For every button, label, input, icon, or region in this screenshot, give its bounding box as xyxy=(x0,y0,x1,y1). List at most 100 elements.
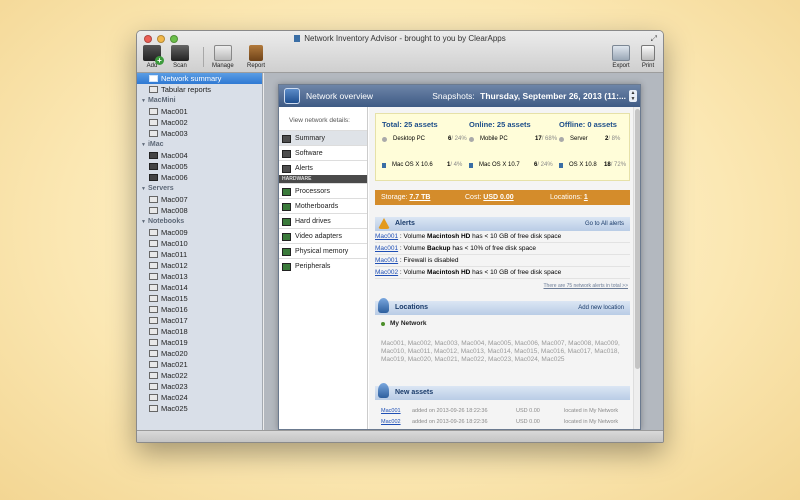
sidebar-item-mac018[interactable]: Mac018 xyxy=(137,326,262,337)
sidebar-item-mac003[interactable]: Mac003 xyxy=(137,128,262,139)
all-alerts-link[interactable]: Go to All alerts xyxy=(585,221,624,227)
manage-button[interactable]: Manage xyxy=(212,45,234,69)
scan-icon xyxy=(171,45,189,61)
main-scrollbar[interactable] xyxy=(633,107,640,429)
nav-item-motherboards[interactable]: Motherboards xyxy=(279,198,367,213)
sidebar-item-tabular-reports[interactable]: Tabular reports xyxy=(137,84,262,95)
sidebar-item-label: Mac002 xyxy=(161,118,188,127)
nav-item-alerts[interactable]: Alerts xyxy=(279,160,367,175)
network-overview-panel: Network overview Snapshots: Thursday, Se… xyxy=(278,84,641,430)
nav-item-label: Physical memory xyxy=(295,248,349,255)
warning-icon xyxy=(378,218,390,229)
sidebar-group-macmini[interactable]: ▼ MacMini xyxy=(137,95,262,106)
nav-item-peripherals[interactable]: Peripherals xyxy=(279,258,367,273)
disclosure-triangle-icon[interactable]: ▼ xyxy=(141,186,146,192)
sidebar-item-mac022[interactable]: Mac022 xyxy=(137,370,262,381)
sidebar-item-mac011[interactable]: Mac011 xyxy=(137,249,262,260)
sidebar-item-mac016[interactable]: Mac016 xyxy=(137,304,262,315)
sidebar: Network summary Tabular reports ▼ MacMini Ma… xyxy=(137,73,263,430)
cost-value-link[interactable]: USD 0.00 xyxy=(483,194,513,201)
nav-item-video-adapters[interactable]: Video adapters xyxy=(279,228,367,243)
sidebar-item-mac007[interactable]: Mac007 xyxy=(137,194,262,205)
sidebar-group-servers[interactable]: ▼ Servers xyxy=(137,183,262,194)
app-logo-icon xyxy=(284,88,300,104)
print-button[interactable]: Print xyxy=(641,45,655,69)
nav-item-hard-drives[interactable]: Hard drives xyxy=(279,213,367,228)
asset-mac-link[interactable]: Mac002 xyxy=(381,417,401,428)
fullscreen-icon[interactable]: ⤢ xyxy=(651,34,657,44)
disclosure-triangle-icon[interactable]: ▼ xyxy=(141,98,146,104)
disclosure-triangle-icon[interactable]: ▼ xyxy=(141,142,146,148)
alert-mac-link[interactable]: Mac001 xyxy=(375,245,398,252)
sidebar-item-label: Mac014 xyxy=(161,283,188,292)
nav-item-software[interactable]: Software xyxy=(279,145,367,160)
sidebar-item-mac006[interactable]: Mac006 xyxy=(137,172,262,183)
more-alerts-link[interactable]: There are 75 network alerts in total >> xyxy=(369,283,629,289)
alerts-title: Alerts xyxy=(395,220,415,227)
sidebar-item-mac020[interactable]: Mac020 xyxy=(137,348,262,359)
computer-icon xyxy=(149,350,158,357)
memory-icon xyxy=(282,248,291,256)
summary-stat-label: Desktop PC xyxy=(393,136,426,142)
sidebar-item-mac012[interactable]: Mac012 xyxy=(137,260,262,271)
panel-title: Network overview xyxy=(306,91,374,101)
scan-button[interactable]: Scan xyxy=(171,45,189,69)
nav-item-physical-memory[interactable]: Physical memory xyxy=(279,243,367,258)
sidebar-item-mac001[interactable]: Mac001 xyxy=(137,106,262,117)
nav-item-processors[interactable]: Processors xyxy=(279,183,367,198)
add-location-link[interactable]: Add new location xyxy=(578,305,624,311)
snapshot-selector[interactable]: Snapshots: Thursday, September 26, 2013 … xyxy=(432,91,626,101)
alert-mac-link[interactable]: Mac001 xyxy=(375,257,398,264)
alert-text: : Firewall is disabled xyxy=(398,257,459,264)
asset-location: located in My Network xyxy=(564,419,619,425)
summary-stat-row: Desktop PC 6/ 24% xyxy=(382,136,467,142)
export-button[interactable]: Export xyxy=(612,45,630,69)
computer-icon xyxy=(149,328,158,335)
disclosure-triangle-icon[interactable]: ▼ xyxy=(141,219,146,225)
sidebar-item-label: Mac009 xyxy=(161,228,188,237)
alert-mac-link[interactable]: Mac002 xyxy=(375,269,398,276)
sidebar-item-mac005[interactable]: Mac005 xyxy=(137,161,262,172)
storage-value-link[interactable]: 7.7 TB xyxy=(409,194,430,201)
add-button[interactable]: Add xyxy=(143,45,164,69)
sidebar-item-mac009[interactable]: Mac009 xyxy=(137,227,262,238)
sidebar-item-mac023[interactable]: Mac023 xyxy=(137,381,262,392)
alert-text: : Volume xyxy=(398,233,428,240)
sidebar-item-label: Mac001 xyxy=(161,107,188,116)
nav-item-summary[interactable]: Summary xyxy=(279,130,367,145)
sidebar-group-label: MacMini xyxy=(147,97,176,104)
asset-mac-link[interactable]: Mac001 xyxy=(381,406,401,417)
sidebar-item-mac015[interactable]: Mac015 xyxy=(137,293,262,304)
computer-icon xyxy=(149,240,158,247)
computer-icon xyxy=(149,262,158,269)
sidebar-item-mac021[interactable]: Mac021 xyxy=(137,359,262,370)
total-assets: Total: 25 assets xyxy=(382,120,438,129)
alert-mac-link[interactable]: Mac001 xyxy=(375,233,398,240)
sidebar-item-mac024[interactable]: Mac024 xyxy=(137,392,262,403)
sidebar-item-network-summary[interactable]: Network summary xyxy=(137,73,262,84)
scrollbar-thumb[interactable] xyxy=(635,109,640,369)
sidebar-item-mac014[interactable]: Mac014 xyxy=(137,282,262,293)
table-icon xyxy=(149,86,158,93)
sidebar-item-mac004[interactable]: Mac004 xyxy=(137,150,262,161)
sidebar-item-mac002[interactable]: Mac002 xyxy=(137,117,262,128)
alert-volume: Backup xyxy=(427,245,451,252)
sidebar-item-mac025[interactable]: Mac025 xyxy=(137,403,262,414)
snapshot-stepper-icon[interactable]: ▲ ▼ xyxy=(629,90,637,102)
computer-icon xyxy=(149,317,158,324)
asset-cost: USD 0.00 xyxy=(516,419,540,425)
sidebar-item-mac017[interactable]: Mac017 xyxy=(137,315,262,326)
os-icon xyxy=(469,162,473,168)
sidebar-group-imac[interactable]: ▼ iMac xyxy=(137,139,262,150)
locations-count-link[interactable]: 1 xyxy=(584,194,588,201)
summary-stat-percent: / 8% xyxy=(608,136,621,142)
report-button[interactable]: Report xyxy=(247,45,265,69)
sidebar-item-mac008[interactable]: Mac008 xyxy=(137,205,262,216)
sidebar-item-mac013[interactable]: Mac013 xyxy=(137,271,262,282)
sidebar-item-mac010[interactable]: Mac010 xyxy=(137,238,262,249)
sidebar-item-label: Mac023 xyxy=(161,382,188,391)
asset-added: added on 2013-09-26 18:22:36 xyxy=(412,419,488,425)
sidebar-item-mac019[interactable]: Mac019 xyxy=(137,337,262,348)
panel-header: Network overview Snapshots: Thursday, Se… xyxy=(279,85,640,107)
sidebar-group-notebooks[interactable]: ▼ Notebooks xyxy=(137,216,262,227)
